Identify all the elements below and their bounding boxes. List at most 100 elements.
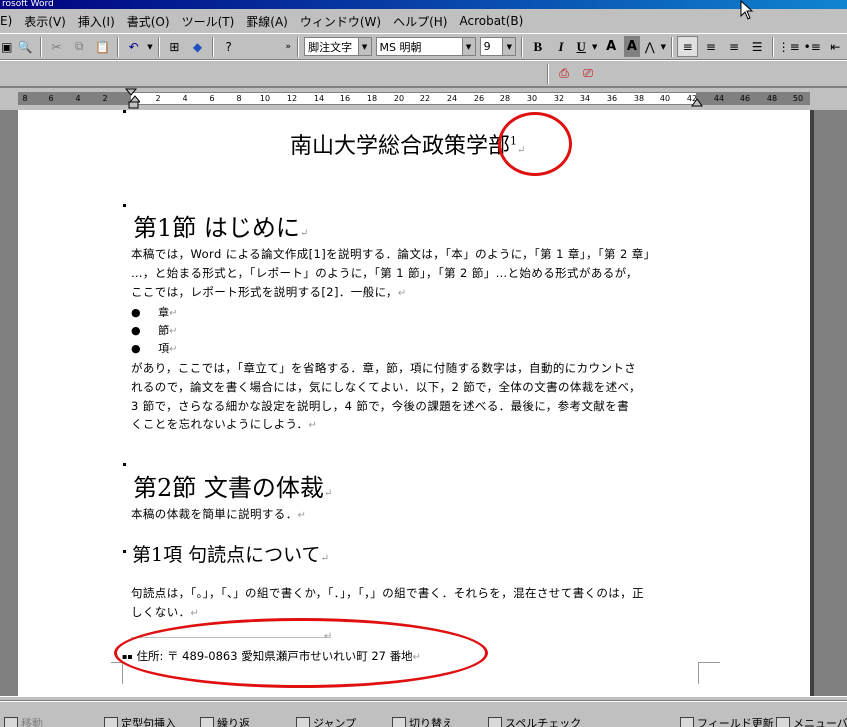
chevron-down-icon[interactable]: ▼ bbox=[357, 38, 371, 55]
style-combo[interactable]: 脚注文字 ▼ bbox=[304, 37, 372, 56]
more-buttons-icon[interactable]: » bbox=[283, 36, 293, 57]
convert-and-email-pdf-icon[interactable]: ⎚ bbox=[577, 63, 599, 84]
crop-mark bbox=[111, 662, 123, 684]
horizontal-ruler[interactable]: 8 6 4 2 2 4 6 8 10 12 14 16 18 20 22 24 … bbox=[0, 88, 847, 110]
acrobat-toolbar-row: ⎙ ⎚ bbox=[0, 60, 847, 87]
open-icon[interactable]: ▣ bbox=[1, 36, 13, 57]
jump-button[interactable]: ジャンプ bbox=[296, 715, 356, 727]
paragraph-return-icon: ↵ bbox=[169, 326, 178, 337]
menu-window[interactable]: ウィンドウ(W) bbox=[294, 13, 387, 30]
bullets-icon[interactable]: •≡ bbox=[802, 36, 823, 57]
paragraph-mark bbox=[123, 550, 126, 553]
menu-insert[interactable]: 挿入(I) bbox=[72, 13, 121, 30]
drawing-icon[interactable]: ◆ bbox=[187, 36, 208, 57]
document-page[interactable]: 南山大学総合政策学部1↵ 第1節 はじめに↵ 本稿では，Word による論文作成… bbox=[18, 110, 810, 696]
body-line: 3 節で，さらなる細かな設定を説明し，4 節で，今後の課題を述べる．最後に，参考… bbox=[131, 399, 630, 413]
ruler-label: 48 bbox=[766, 94, 778, 103]
bullet-item-text: 章 bbox=[158, 306, 170, 319]
window-title-bar: rosoft Word bbox=[0, 0, 847, 9]
jump-label: ジャンプ bbox=[313, 717, 357, 727]
paragraph-return-icon: ↵ bbox=[308, 420, 318, 431]
document-area: 南山大学総合政策学部1↵ 第1節 はじめに↵ 本稿では，Word による論文作成… bbox=[0, 110, 847, 696]
distributed-icon[interactable]: ☰ bbox=[747, 36, 768, 57]
menu-edit[interactable]: E) bbox=[0, 14, 18, 28]
cut-icon[interactable]: ✂ bbox=[46, 36, 67, 57]
decrease-indent-icon[interactable]: ⇤ bbox=[825, 36, 846, 57]
italic-button[interactable]: I bbox=[550, 36, 571, 57]
ruler-label: 28 bbox=[499, 94, 511, 103]
paragraph-return-icon: ↵ bbox=[190, 608, 200, 619]
phonetic-dropdown-icon[interactable]: ▼ bbox=[659, 36, 667, 57]
move-label: 移動 bbox=[21, 717, 43, 727]
undo-dropdown-icon[interactable]: ▼ bbox=[146, 36, 154, 57]
print-preview-icon[interactable]: 🔍 bbox=[15, 36, 36, 57]
document-title-text: 南山大学総合政策学部 bbox=[290, 134, 511, 159]
repeat-label: 繰り返 bbox=[217, 717, 250, 727]
formatting-toolbar: ▣ 🔍 ✂ ⧉ 📋 ↶ ▼ ⊞ ◆ ? » 脚注文字 ▼ MS 明朝 ▼ 9 ▼… bbox=[0, 33, 847, 60]
chevron-down-icon[interactable]: ▼ bbox=[502, 38, 516, 55]
copy-icon[interactable]: ⧉ bbox=[69, 36, 90, 57]
menu-help[interactable]: ヘルプ(H) bbox=[387, 13, 453, 30]
char-shading-button[interactable]: A bbox=[623, 36, 641, 57]
bold-button[interactable]: B bbox=[527, 36, 548, 57]
numbering-icon[interactable]: ⋮≡ bbox=[778, 36, 800, 57]
ruler-label: 14 bbox=[313, 94, 325, 103]
ruler-label: 4 bbox=[182, 94, 188, 103]
paragraph-return-icon: ↵ bbox=[297, 510, 307, 521]
menu-acrobat[interactable]: Acrobat(B) bbox=[453, 14, 529, 28]
spellcheck-button[interactable]: スペルチェック bbox=[488, 715, 581, 727]
align-right-icon[interactable]: ≡ bbox=[723, 36, 744, 57]
underline-button[interactable]: U bbox=[574, 36, 589, 57]
body-line-text: 本稿の体裁を簡単に説明する． bbox=[131, 507, 298, 521]
menubar-label: メニューバ bbox=[793, 717, 847, 727]
move-button[interactable]: 移動 bbox=[4, 715, 43, 727]
ruler-label: 30 bbox=[526, 94, 538, 103]
bullet-item: ● 節↵ bbox=[131, 324, 178, 337]
menu-format[interactable]: 書式(O) bbox=[121, 13, 176, 30]
font-size-combo[interactable]: 9 ▼ bbox=[479, 37, 517, 56]
paragraph-return-icon: ↵ bbox=[299, 228, 309, 239]
menu-table[interactable]: 罫線(A) bbox=[240, 13, 294, 30]
ruler-label: 34 bbox=[579, 94, 591, 103]
insert-table-icon[interactable]: ⊞ bbox=[164, 36, 185, 57]
ruler-label: 26 bbox=[473, 94, 485, 103]
update-field-icon bbox=[680, 717, 694, 727]
mouse-pointer-icon bbox=[740, 0, 754, 20]
font-combo[interactable]: MS 明朝 ▼ bbox=[375, 37, 476, 56]
help-icon[interactable]: ? bbox=[218, 36, 239, 57]
bullet-item-text: 項 bbox=[158, 342, 170, 355]
right-indent-marker-icon[interactable] bbox=[690, 94, 704, 108]
page-shadow bbox=[810, 110, 814, 696]
spellcheck-icon bbox=[488, 717, 502, 727]
font-size-value: 9 bbox=[483, 40, 491, 53]
phonetic-guide-icon[interactable]: ⋀ bbox=[642, 36, 657, 57]
indent-marker-icon[interactable] bbox=[124, 88, 140, 110]
highlight-ellipse-footnote bbox=[114, 618, 488, 688]
menubar-button[interactable]: メニューバ bbox=[776, 715, 847, 727]
repeat-button[interactable]: 繰り返 bbox=[200, 715, 250, 727]
bottom-toolbar: 移動 定型句挿入 繰り返 ジャンプ 切り替え スペルチェック フィールド更新 メ… bbox=[0, 696, 847, 727]
menu-tools[interactable]: ツール(T) bbox=[176, 13, 241, 30]
align-justify-icon[interactable]: ≡ bbox=[677, 36, 699, 57]
ruler-label: 8 bbox=[236, 94, 242, 103]
update-field-button[interactable]: フィールド更新 bbox=[680, 715, 774, 727]
toolbar-separator bbox=[212, 36, 215, 57]
chevron-down-icon[interactable]: ▼ bbox=[461, 38, 475, 55]
paste-icon[interactable]: 📋 bbox=[92, 36, 113, 57]
underline-dropdown-icon[interactable]: ▼ bbox=[591, 36, 599, 57]
ruler-label: 2 bbox=[155, 94, 161, 103]
body-line: くことを忘れないようにしよう．↵ bbox=[131, 416, 317, 432]
ruler-label: 12 bbox=[286, 94, 298, 103]
convert-to-pdf-icon[interactable]: ⎙ bbox=[553, 63, 575, 84]
switch-button[interactable]: 切り替え bbox=[392, 715, 453, 727]
font-color-button[interactable]: A bbox=[601, 36, 622, 57]
autotext-label: 定型句挿入 bbox=[121, 717, 176, 727]
align-center-icon[interactable]: ≡ bbox=[700, 36, 721, 57]
highlight-ellipse-footnote-ref bbox=[498, 112, 572, 176]
menu-view[interactable]: 表示(V) bbox=[18, 13, 72, 30]
autotext-icon bbox=[104, 717, 118, 727]
undo-icon[interactable]: ↶ bbox=[123, 36, 144, 57]
ruler-label: 6 bbox=[209, 94, 215, 103]
autotext-button[interactable]: 定型句挿入 bbox=[104, 715, 176, 727]
body-line: 本稿の体裁を簡単に説明する．↵ bbox=[131, 506, 306, 522]
